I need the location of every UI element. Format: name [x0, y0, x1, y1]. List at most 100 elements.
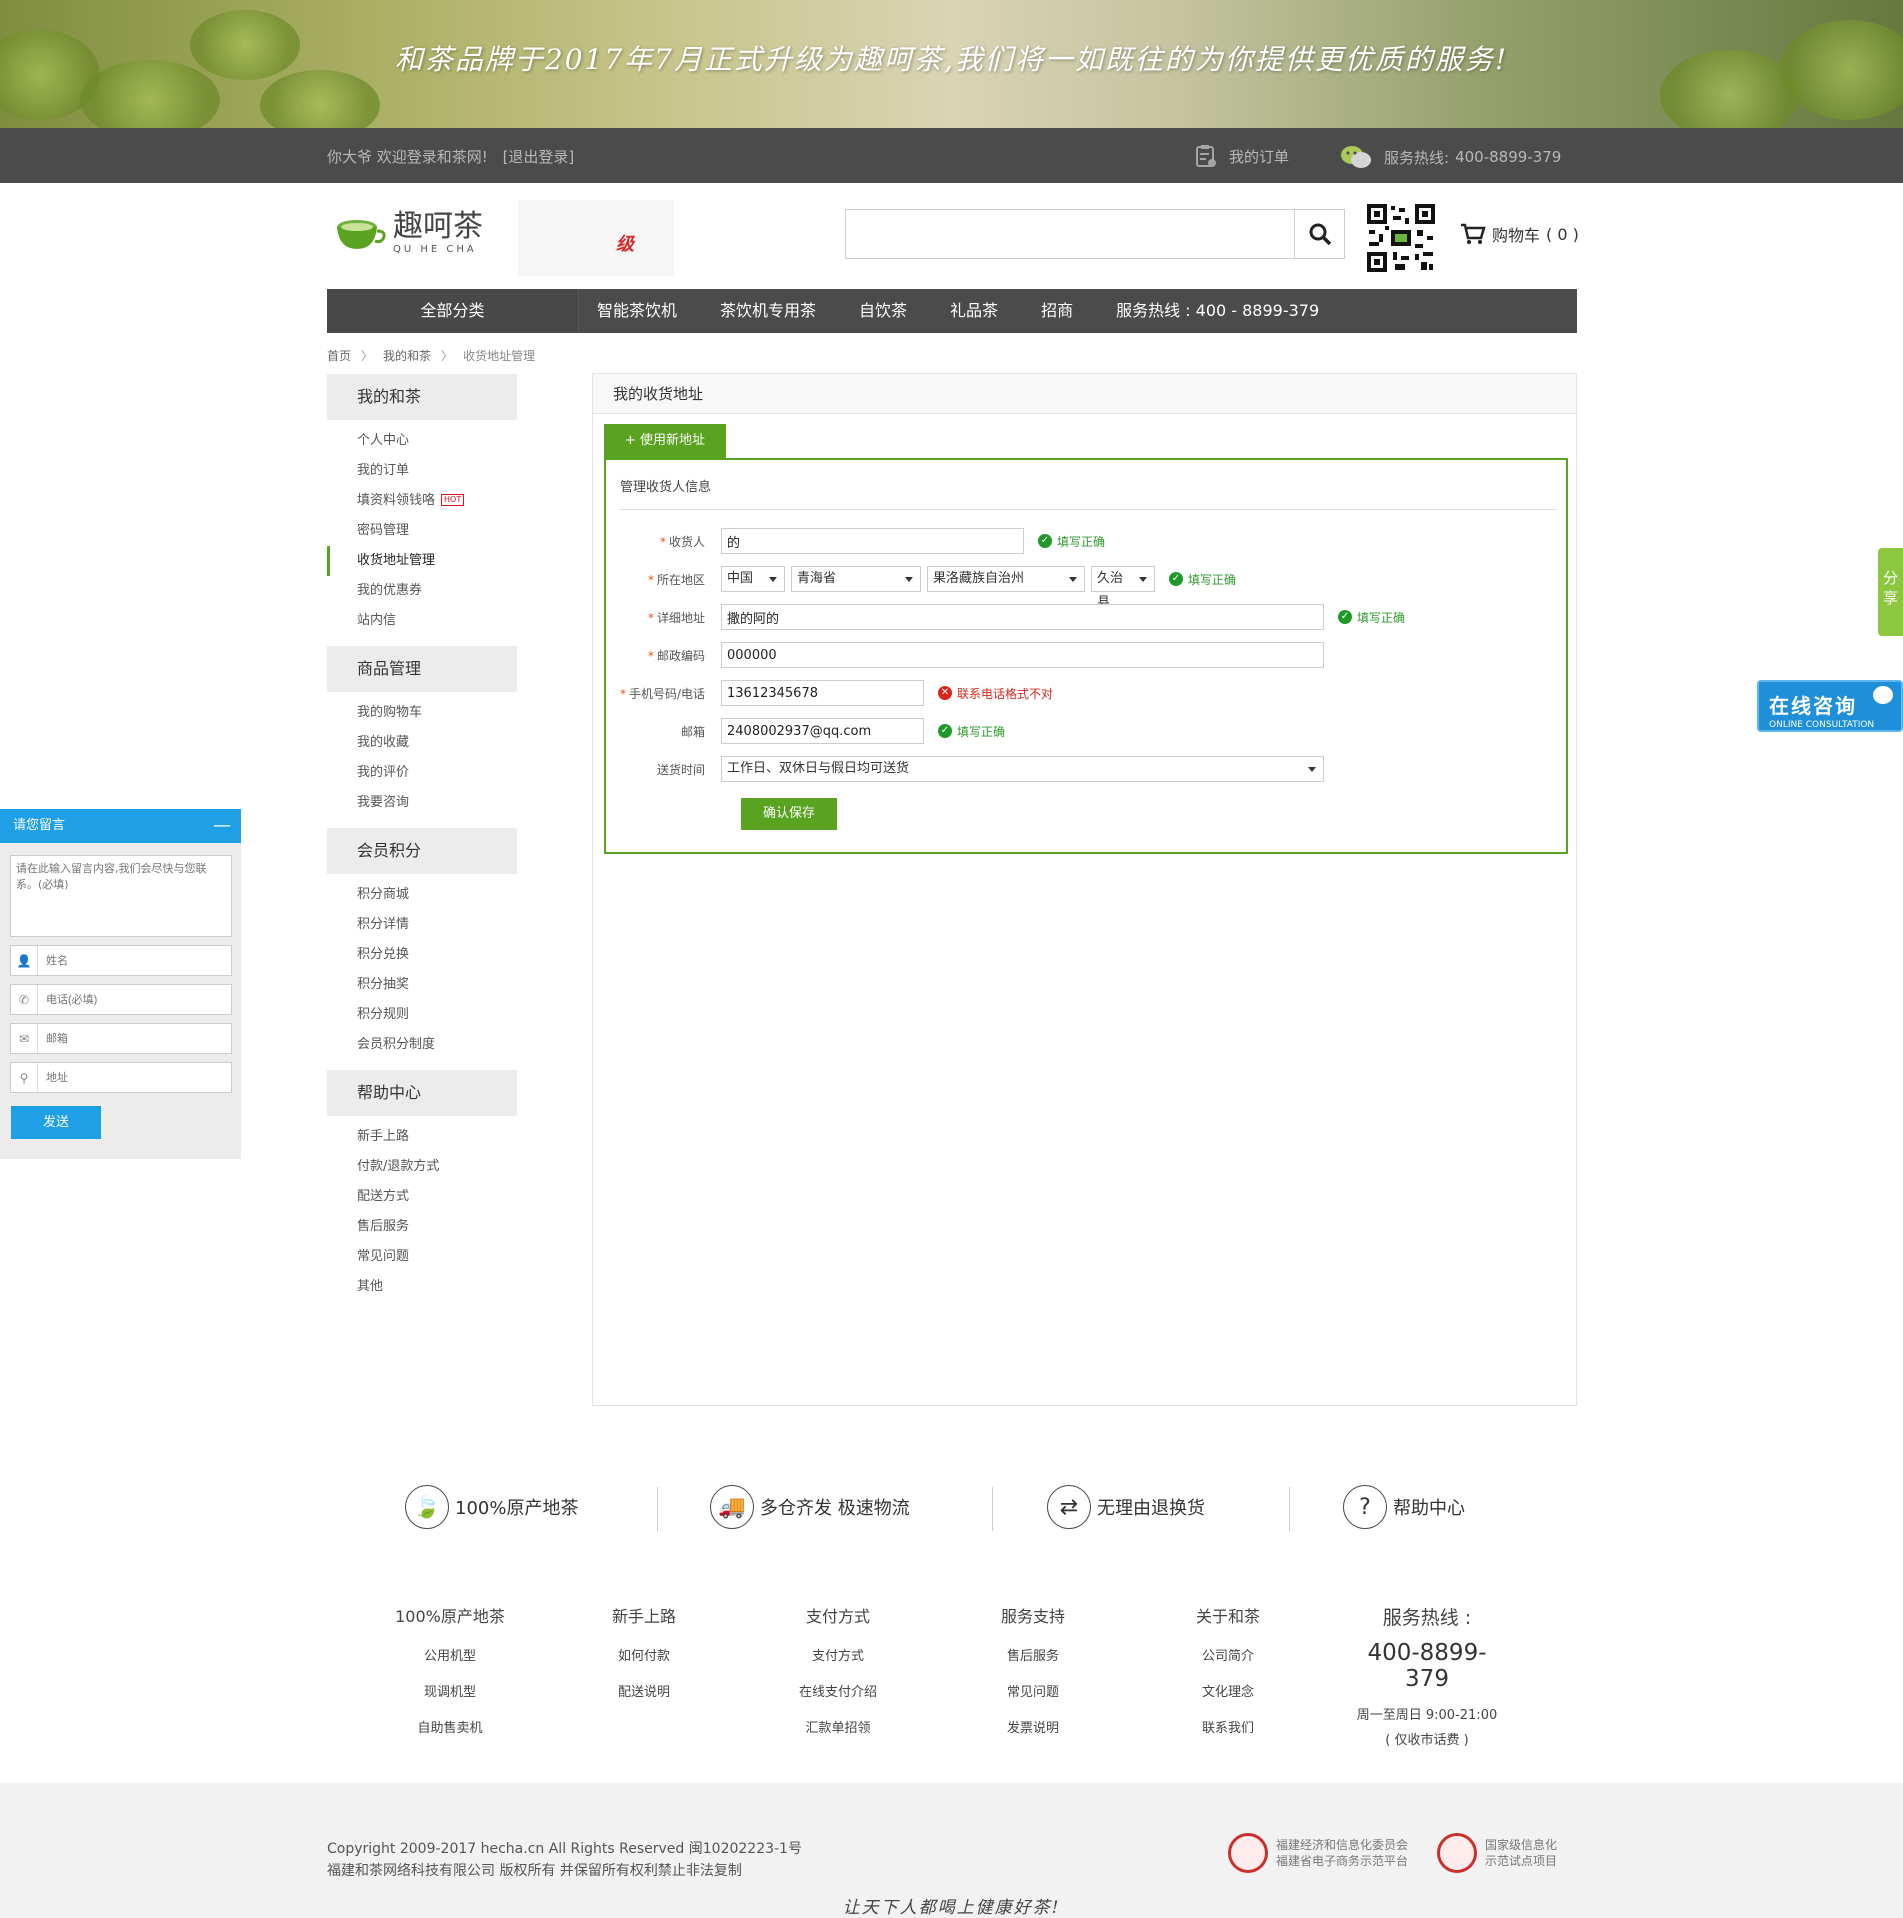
sidebar-item-other[interactable]: 其他 [327, 1272, 517, 1302]
badge-national-pilot[interactable]: 国家级信息化 示范试点项目 [1437, 1833, 1557, 1873]
nav-item-smart-tea-machine[interactable]: 智能茶饮机 [597, 289, 677, 333]
search-input[interactable] [846, 210, 1294, 258]
nav-item-self-drink-tea[interactable]: 自饮茶 [859, 289, 907, 333]
sidebar-item-reviews[interactable]: 我的评价 [327, 758, 517, 788]
all-categories-button[interactable]: 全部分类 [327, 289, 579, 333]
widget-email-input[interactable] [37, 1024, 231, 1053]
phone-input[interactable] [721, 680, 924, 706]
sidebar-item-after-sales[interactable]: 售后服务 [327, 1212, 517, 1242]
sidebar-item-coupons[interactable]: 我的优惠券 [327, 576, 517, 606]
new-address-tab[interactable]: + 使用新地址 [604, 424, 726, 458]
name-input[interactable] [37, 946, 231, 975]
sidebar-item-delivery[interactable]: 配送方式 [327, 1182, 517, 1212]
hotline-label: 服务热线: [1384, 148, 1450, 167]
footer-link[interactable]: 支付方式 [778, 1649, 898, 1685]
breadcrumb: 首页 〉 我的和茶 〉 收货地址管理 [327, 347, 535, 364]
nav-item-machine-tea[interactable]: 茶饮机专用茶 [720, 289, 816, 333]
delivery-time-select[interactable]: 工作日、双休日与假日均可送货 [721, 756, 1324, 782]
nav-item-gift-tea[interactable]: 礼品茶 [950, 289, 998, 333]
feature-returns: ⇄ 无理由退换货 [1047, 1485, 1205, 1529]
seal-icon [1437, 1833, 1477, 1873]
online-consultation-button[interactable]: 在线咨询 ONLINE CONSULTATION [1757, 680, 1903, 732]
save-button[interactable]: 确认保存 [741, 798, 837, 830]
check-icon: ✓ [938, 724, 952, 738]
nav-item-investment[interactable]: 招商 [1041, 289, 1073, 333]
message-textarea[interactable] [10, 855, 232, 937]
cart-count: ( 0 ) [1546, 224, 1579, 244]
badge-text: 福建经济和信息化委员会 [1276, 1838, 1409, 1852]
search-bar [845, 209, 1345, 259]
sidebar-item-my-orders[interactable]: 我的订单 [327, 456, 517, 486]
sidebar-item-messages[interactable]: 站内信 [327, 606, 517, 636]
country-select[interactable]: 中国 [721, 566, 785, 592]
footer-link[interactable]: 公用机型 [390, 1649, 510, 1685]
footer-link[interactable]: 发票说明 [973, 1721, 1093, 1757]
footer-link[interactable]: 现调机型 [390, 1685, 510, 1721]
footer-link[interactable]: 自助售卖机 [390, 1721, 510, 1757]
nav-hotline: 服务热线 : 400 - 8899-379 [1116, 301, 1320, 320]
footer-slogan: 让天下人都喝上健康好茶! [842, 1898, 1061, 1918]
sidebar-item-fill-info[interactable]: 填资料领钱咯 HOT [327, 486, 517, 516]
form-title: 管理收货人信息 [620, 476, 1556, 510]
receiver-input[interactable] [721, 528, 1024, 554]
address-input[interactable] [721, 604, 1324, 630]
breadcrumb-my-hecha[interactable]: 我的和茶 [383, 347, 431, 364]
feature-label: 无理由退换货 [1097, 1498, 1205, 1519]
widget-phone-input[interactable] [37, 985, 231, 1014]
logout-link[interactable]: [退出登录] [503, 148, 575, 166]
address-form: 管理收货人信息 *收货人 ✓填写正确 *所在地区 中国 青海省 果洛藏族自治州 … [604, 458, 1568, 854]
feature-help-center[interactable]: ? 帮助中心 [1343, 1485, 1465, 1529]
sidebar-item-points-mall[interactable]: 积分商城 [327, 880, 517, 910]
send-button[interactable]: 发送 [11, 1106, 101, 1139]
zipcode-label: * 邮政编码 [647, 648, 705, 663]
badge-fujian-ecommerce[interactable]: 福建经济和信息化委员会 福建省电子商务示范平台 [1228, 1833, 1408, 1873]
site-logo[interactable]: 趣呵茶 QU HE CHA [335, 212, 483, 255]
cart-link[interactable]: 购物车 ( 0 ) [1460, 222, 1579, 246]
promo-image[interactable]: 级 [518, 200, 674, 276]
share-tab[interactable]: 分 享 [1878, 548, 1903, 636]
sidebar-item-payment-refund[interactable]: 付款/退款方式 [327, 1152, 517, 1182]
footer-link[interactable]: 售后服务 [973, 1649, 1093, 1685]
sidebar-item-cart[interactable]: 我的购物车 [327, 698, 517, 728]
consult-subtitle: ONLINE CONSULTATION [1769, 720, 1875, 730]
sidebar-item-personal-center[interactable]: 个人中心 [327, 426, 517, 456]
address-field: ⚲ [10, 1062, 232, 1093]
my-orders-link[interactable]: 我的订单 [1195, 144, 1289, 168]
footer-link[interactable]: 在线支付介绍 [778, 1685, 898, 1721]
sidebar-item-points-exchange[interactable]: 积分兑换 [327, 940, 517, 970]
county-select[interactable]: 久治县 [1091, 566, 1155, 610]
footer-link[interactable]: 如何付款 [584, 1649, 704, 1685]
address-status: ✓ 填写正确 [1338, 609, 1405, 626]
search-icon [1309, 223, 1331, 246]
sidebar-item-inquiry[interactable]: 我要咨询 [327, 788, 517, 818]
footer-link[interactable]: 配送说明 [584, 1685, 704, 1721]
footer-link[interactable]: 联系我们 [1168, 1721, 1288, 1757]
region-status: ✓ 填写正确 [1169, 571, 1236, 588]
sidebar-item-faq[interactable]: 常见问题 [327, 1242, 517, 1272]
sidebar-item-points-system[interactable]: 会员积分制度 [327, 1030, 517, 1060]
city-select[interactable]: 果洛藏族自治州 [927, 566, 1085, 592]
footer-link[interactable]: 汇款单招领 [778, 1721, 898, 1757]
clipboard-icon [1196, 145, 1216, 167]
phone-field: ✆ [10, 984, 232, 1015]
email-input[interactable] [721, 718, 924, 744]
sidebar-item-points-lottery[interactable]: 积分抽奖 [327, 970, 517, 1000]
widget-address-input[interactable] [37, 1063, 231, 1092]
zipcode-row: * 邮政编码 [606, 642, 1324, 668]
footer-link[interactable]: 常见问题 [973, 1685, 1093, 1721]
sidebar-item-favorites[interactable]: 我的收藏 [327, 728, 517, 758]
zipcode-input[interactable] [721, 642, 1324, 668]
province-select[interactable]: 青海省 [791, 566, 921, 592]
sidebar-item-points-rules[interactable]: 积分规则 [327, 1000, 517, 1030]
search-button[interactable] [1294, 210, 1344, 258]
sidebar-item-address[interactable]: 收货地址管理 [327, 546, 517, 576]
sidebar-item-password[interactable]: 密码管理 [327, 516, 517, 546]
breadcrumb-home[interactable]: 首页 [327, 347, 351, 364]
footer-hotline-number: 400-8899-379 [1367, 1640, 1487, 1692]
footer-link[interactable]: 公司简介 [1168, 1649, 1288, 1685]
minimize-button[interactable]: — [213, 809, 231, 843]
footer-link[interactable]: 文化理念 [1168, 1685, 1288, 1721]
sidebar-item-beginners[interactable]: 新手上路 [327, 1122, 517, 1152]
footer-hotline-title: 服务热线 : [1382, 1607, 1472, 1629]
sidebar-item-points-detail[interactable]: 积分详情 [327, 910, 517, 940]
